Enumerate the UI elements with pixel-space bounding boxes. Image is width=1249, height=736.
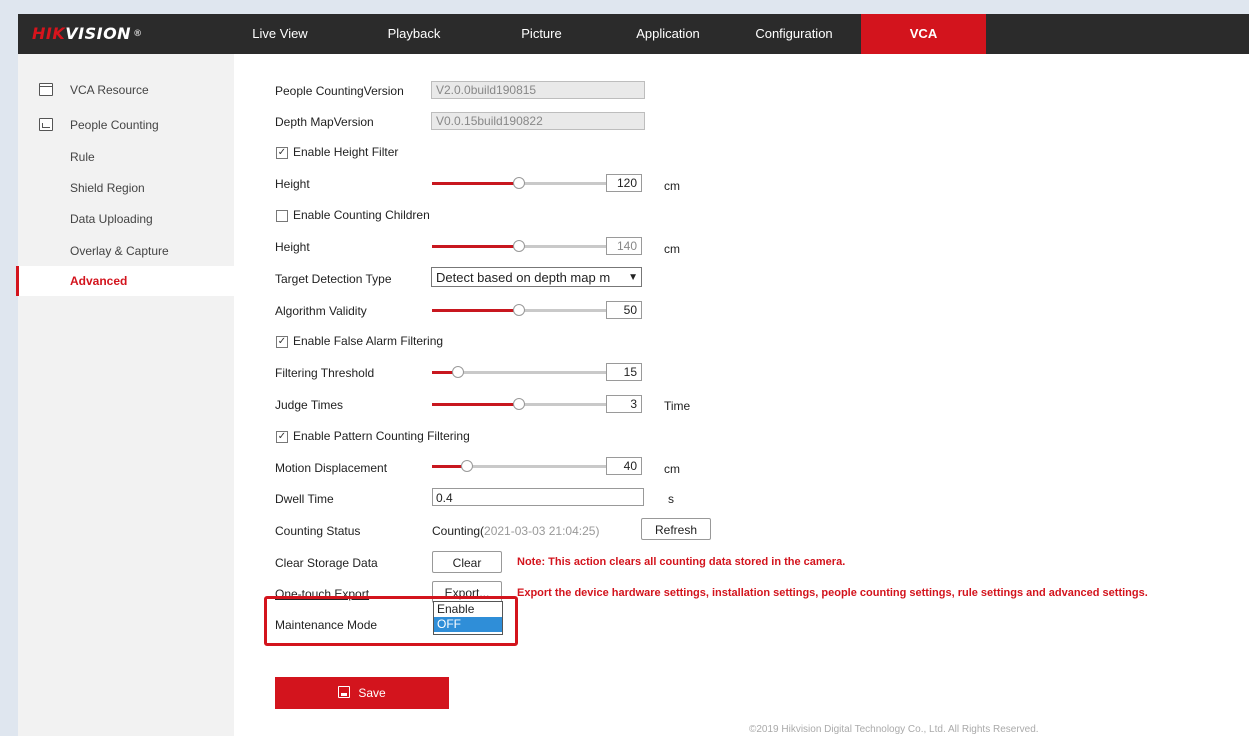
sidebar-item-label: Advanced [70, 274, 128, 288]
sidebar-item-people-counting[interactable]: People Counting [18, 110, 234, 140]
chart-icon [39, 118, 53, 131]
target-detection-type-label: Target Detection Type [275, 272, 392, 286]
export-note: Export the device hardware settings, ins… [517, 587, 1148, 599]
counting-status-label: Counting Status [275, 524, 361, 538]
slider-handle[interactable] [513, 240, 525, 252]
sidebar-item-label: Shield Region [70, 181, 145, 195]
enable-counting-children-checkbox[interactable] [276, 210, 288, 222]
people-counting-version-label: People CountingVersion [275, 84, 404, 98]
resource-icon [39, 83, 53, 96]
sidebar-item-label: People Counting [70, 118, 159, 132]
motion-displacement-slider[interactable] [432, 459, 606, 473]
enable-height-filter-label: Enable Height Filter [293, 145, 399, 159]
sidebar-item-overlay-capture[interactable]: Overlay & Capture [18, 236, 234, 266]
depth-map-version-label: Depth MapVersion [275, 115, 374, 129]
nav-application[interactable]: Application [618, 14, 718, 54]
hikvision-logo: HIKVISION ® [32, 24, 143, 43]
slider-handle[interactable] [513, 398, 525, 410]
nav-playback[interactable]: Playback [364, 14, 464, 54]
target-detection-type-select[interactable]: Detect based on depth map m ▼ [431, 267, 642, 287]
enable-pattern-counting-filtering-label: Enable Pattern Counting Filtering [293, 429, 470, 443]
height-label: Height [275, 177, 310, 191]
judge-times-label: Judge Times [275, 398, 344, 412]
sidebar-item-label: Rule [70, 150, 95, 164]
slider-handle[interactable] [513, 304, 525, 316]
motion-displacement-unit: cm [664, 462, 680, 476]
clear-note: Note: This action clears all counting da… [517, 556, 846, 568]
filtering-threshold-input[interactable]: 15 [606, 363, 642, 381]
annotation-highlight-box [264, 596, 518, 646]
filtering-threshold-label: Filtering Threshold [275, 366, 375, 380]
children-height-unit: cm [664, 242, 680, 256]
motion-displacement-label: Motion Displacement [275, 461, 388, 475]
motion-displacement-input[interactable]: 40 [606, 457, 642, 475]
sidebar-item-label: Overlay & Capture [70, 244, 169, 258]
nav-live-view[interactable]: Live View [236, 14, 324, 54]
judge-times-input[interactable]: 3 [606, 395, 642, 413]
sidebar-item-shield-region[interactable]: Shield Region [18, 173, 234, 203]
nav-picture[interactable]: Picture [494, 14, 589, 54]
clear-button[interactable]: Clear [432, 551, 502, 573]
sidebar: VCA Resource People Counting Rule Shield… [16, 54, 234, 736]
height-value-input[interactable]: 120 [606, 174, 642, 192]
dwell-time-label: Dwell Time [275, 492, 334, 506]
children-height-value-input[interactable]: 140 [606, 237, 642, 255]
nav-configuration[interactable]: Configuration [744, 14, 844, 54]
enable-false-alarm-filtering-label: Enable False Alarm Filtering [293, 334, 444, 348]
sidebar-item-advanced[interactable]: Advanced [16, 266, 234, 296]
save-icon [338, 686, 351, 698]
main-panel: People CountingVersion V2.0.0build190815… [234, 54, 1249, 736]
people-counting-version-field: V2.0.0build190815 [431, 81, 645, 99]
enable-height-filter-checkbox[interactable]: ✓ [276, 147, 288, 159]
refresh-button[interactable]: Refresh [641, 518, 711, 540]
slider-handle[interactable] [452, 366, 465, 378]
enable-pattern-counting-filtering-checkbox[interactable]: ✓ [276, 431, 288, 443]
judge-times-unit: Time [664, 399, 691, 413]
chevron-down-icon: ▼ [628, 272, 638, 283]
sidebar-item-data-uploading[interactable]: Data Uploading [18, 204, 234, 234]
sidebar-item-label: Data Uploading [70, 212, 153, 226]
height-unit: cm [664, 179, 680, 193]
nav-vca[interactable]: VCA [861, 14, 986, 54]
algorithm-validity-input[interactable]: 50 [606, 301, 642, 319]
judge-times-slider[interactable] [432, 397, 606, 411]
sidebar-item-vca-resource[interactable]: VCA Resource [18, 75, 234, 105]
copyright: ©2019 Hikvision Digital Technology Co., … [749, 724, 1039, 735]
sidebar-item-rule[interactable]: Rule [18, 142, 234, 172]
filtering-threshold-slider[interactable] [432, 365, 606, 379]
children-height-slider[interactable] [432, 239, 606, 253]
dwell-time-unit: s [668, 492, 674, 506]
slider-handle[interactable] [460, 460, 473, 472]
children-height-label: Height [275, 240, 310, 254]
depth-map-version-field: V0.0.15build190822 [431, 112, 645, 130]
clear-storage-data-label: Clear Storage Data [275, 556, 378, 570]
algorithm-validity-label: Algorithm Validity [275, 304, 367, 318]
dwell-time-input[interactable]: 0.4 [432, 488, 644, 506]
enable-counting-children-label: Enable Counting Children [293, 208, 430, 222]
counting-status-value: Counting(2021-03-03 21:04:25) [432, 524, 600, 538]
height-slider[interactable] [432, 176, 606, 190]
algorithm-validity-slider[interactable] [432, 303, 606, 317]
sidebar-item-label: VCA Resource [70, 83, 149, 97]
slider-handle[interactable] [513, 177, 525, 189]
top-nav-bar: HIKVISION ® Live View Playback Picture Ap… [18, 14, 1249, 54]
save-button[interactable]: Save [275, 677, 449, 709]
enable-false-alarm-filtering-checkbox[interactable]: ✓ [276, 336, 288, 348]
